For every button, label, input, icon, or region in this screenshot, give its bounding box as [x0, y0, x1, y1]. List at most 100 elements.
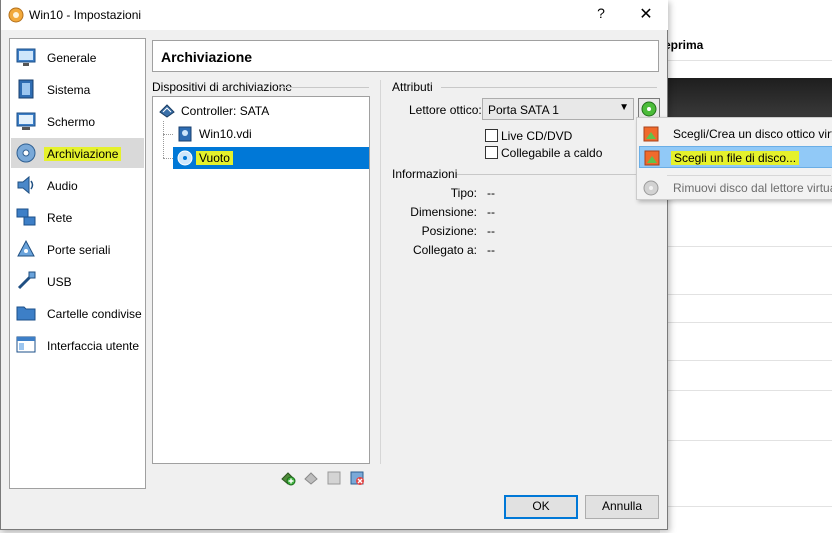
- info-key-attached-to: Collegato a:: [412, 243, 477, 257]
- controller-icon: [159, 104, 175, 118]
- category-label: Schermo: [47, 115, 96, 129]
- tree-connector: [163, 121, 164, 158]
- background-separator: [660, 294, 832, 295]
- attributes-label: Attributi: [392, 80, 433, 94]
- info-value-attached-to: --: [487, 243, 495, 257]
- category-cartelle-condivise[interactable]: Cartelle condivise: [11, 298, 144, 328]
- category-audio[interactable]: Audio: [11, 170, 144, 200]
- remove-controller-icon[interactable]: [303, 470, 319, 486]
- background-separator: [660, 506, 832, 507]
- storage-devices-label: Dispositivi di archiviazione: [152, 80, 293, 94]
- info-key-location: Posizione:: [421, 224, 477, 238]
- settings-category-list: Generale Sistema Schermo Archiviazione A…: [9, 38, 146, 489]
- hotplug-label: Collegabile a caldo: [501, 146, 603, 160]
- info-value-size: --: [487, 205, 495, 219]
- highlight-marker: Archiviazione: [44, 147, 122, 161]
- menu-separator: [667, 175, 831, 176]
- category-usb[interactable]: USB: [11, 266, 144, 296]
- tree-item-vuoto[interactable]: Vuoto: [173, 147, 369, 169]
- category-label: Cartelle condivise: [47, 307, 142, 321]
- display-icon: [16, 112, 36, 130]
- category-label: Audio: [47, 179, 78, 193]
- section-header: Archiviazione: [152, 40, 659, 72]
- disk-image-icon: [644, 150, 660, 166]
- background-preview: [660, 78, 832, 118]
- storage-devices-tree[interactable]: Controller: SATA Win10.vdi Vuoto: [152, 96, 370, 464]
- controller-label: Controller: SATA: [181, 104, 270, 118]
- device-label: Win10.vdi: [199, 127, 252, 141]
- hard-disk-icon: [178, 126, 192, 142]
- section-title: Archiviazione: [161, 49, 253, 65]
- optical-disc-icon: [177, 150, 193, 166]
- menu-item-remove-disk[interactable]: Rimuovi disco dal lettore virtua: [639, 177, 832, 199]
- category-label: Generale: [47, 51, 97, 65]
- optical-disk-popup-menu: Scegli/Crea un disco ottico virt Scegli …: [636, 117, 832, 200]
- category-label: Archiviazione: [44, 147, 122, 161]
- ok-button[interactable]: OK: [504, 495, 578, 519]
- category-label: USB: [47, 275, 72, 289]
- speaker-icon: [17, 175, 34, 195]
- menu-item-label: Rimuovi disco dal lettore virtua: [673, 181, 832, 195]
- category-label: Sistema: [47, 83, 91, 97]
- category-interfaccia-utente[interactable]: Interfaccia utente: [11, 330, 144, 360]
- category-porte-seriali[interactable]: Porte seriali: [11, 234, 144, 264]
- background-separator: [660, 246, 832, 247]
- menu-item-label: Scegli/Crea un disco ottico virt: [673, 127, 832, 141]
- remove-disk-icon: [643, 180, 659, 196]
- tree-controller-sata[interactable]: Controller: SATA: [155, 100, 355, 122]
- background-separator: [660, 60, 832, 61]
- background-separator: [660, 360, 832, 361]
- optical-drive-select[interactable]: Porta SATA 1 ▼: [482, 98, 634, 120]
- information-label: Informazioni: [392, 167, 458, 181]
- monitor-icon: [16, 48, 36, 66]
- live-cd-label: Live CD/DVD: [501, 129, 573, 143]
- device-label: Vuoto: [196, 151, 233, 165]
- add-attachment-icon[interactable]: [326, 470, 342, 486]
- category-sistema[interactable]: Sistema: [11, 74, 144, 104]
- add-controller-icon[interactable]: [280, 470, 296, 486]
- category-archiviazione[interactable]: Archiviazione: [11, 138, 144, 168]
- highlight-marker: Scegli un file di disco...: [671, 151, 800, 165]
- remove-attachment-icon[interactable]: [349, 470, 365, 486]
- background-window: eprima: [660, 0, 832, 533]
- chevron-down-icon: ▼: [619, 102, 629, 113]
- network-icon: [16, 208, 36, 226]
- separator: [380, 80, 381, 464]
- tree-item-win10-vdi[interactable]: Win10.vdi: [173, 123, 369, 145]
- category-label: Rete: [47, 211, 73, 225]
- chip-icon: [18, 79, 34, 99]
- help-button[interactable]: ?: [591, 5, 611, 25]
- menu-item-choose-disk-file[interactable]: Scegli un file di disco...: [639, 146, 832, 168]
- disk-image-icon: [643, 126, 659, 142]
- window-title: Win10 - Impostazioni: [29, 8, 142, 22]
- folder-icon: [16, 306, 36, 321]
- category-generale[interactable]: Generale: [11, 42, 144, 72]
- background-separator: [660, 390, 832, 391]
- optical-drive-value: Porta SATA 1: [488, 103, 559, 117]
- tree-connector: [163, 134, 173, 135]
- info-key-size: Dimensione:: [410, 205, 477, 219]
- usb-icon: [17, 271, 36, 290]
- category-label: Interfaccia utente: [47, 339, 140, 353]
- storage-icon: [16, 143, 36, 163]
- highlight-marker: Vuoto: [196, 151, 233, 165]
- hotplug-checkbox[interactable]: [485, 146, 498, 159]
- separator: [441, 87, 657, 88]
- info-value-type: --: [487, 186, 495, 200]
- live-cd-checkbox[interactable]: [485, 129, 498, 142]
- category-schermo[interactable]: Schermo: [11, 106, 144, 136]
- cancel-button[interactable]: Annulla: [585, 495, 659, 519]
- info-key-type: Tipo:: [450, 186, 477, 200]
- optical-disc-menu-icon: [641, 101, 657, 117]
- optical-drive-label: Lettore ottico:: [409, 103, 482, 117]
- background-separator: [660, 322, 832, 323]
- category-label: Porte seriali: [47, 243, 111, 257]
- close-button[interactable]: ✕: [634, 4, 658, 26]
- category-rete[interactable]: Rete: [11, 202, 144, 232]
- menu-item-choose-create-optical-disk[interactable]: Scegli/Crea un disco ottico virt: [639, 123, 832, 145]
- background-header-fragment: eprima: [664, 38, 704, 52]
- background-separator: [660, 440, 832, 441]
- info-value-location: --: [487, 224, 495, 238]
- separator: [279, 87, 369, 88]
- virtualbox-gear-icon: [8, 7, 24, 23]
